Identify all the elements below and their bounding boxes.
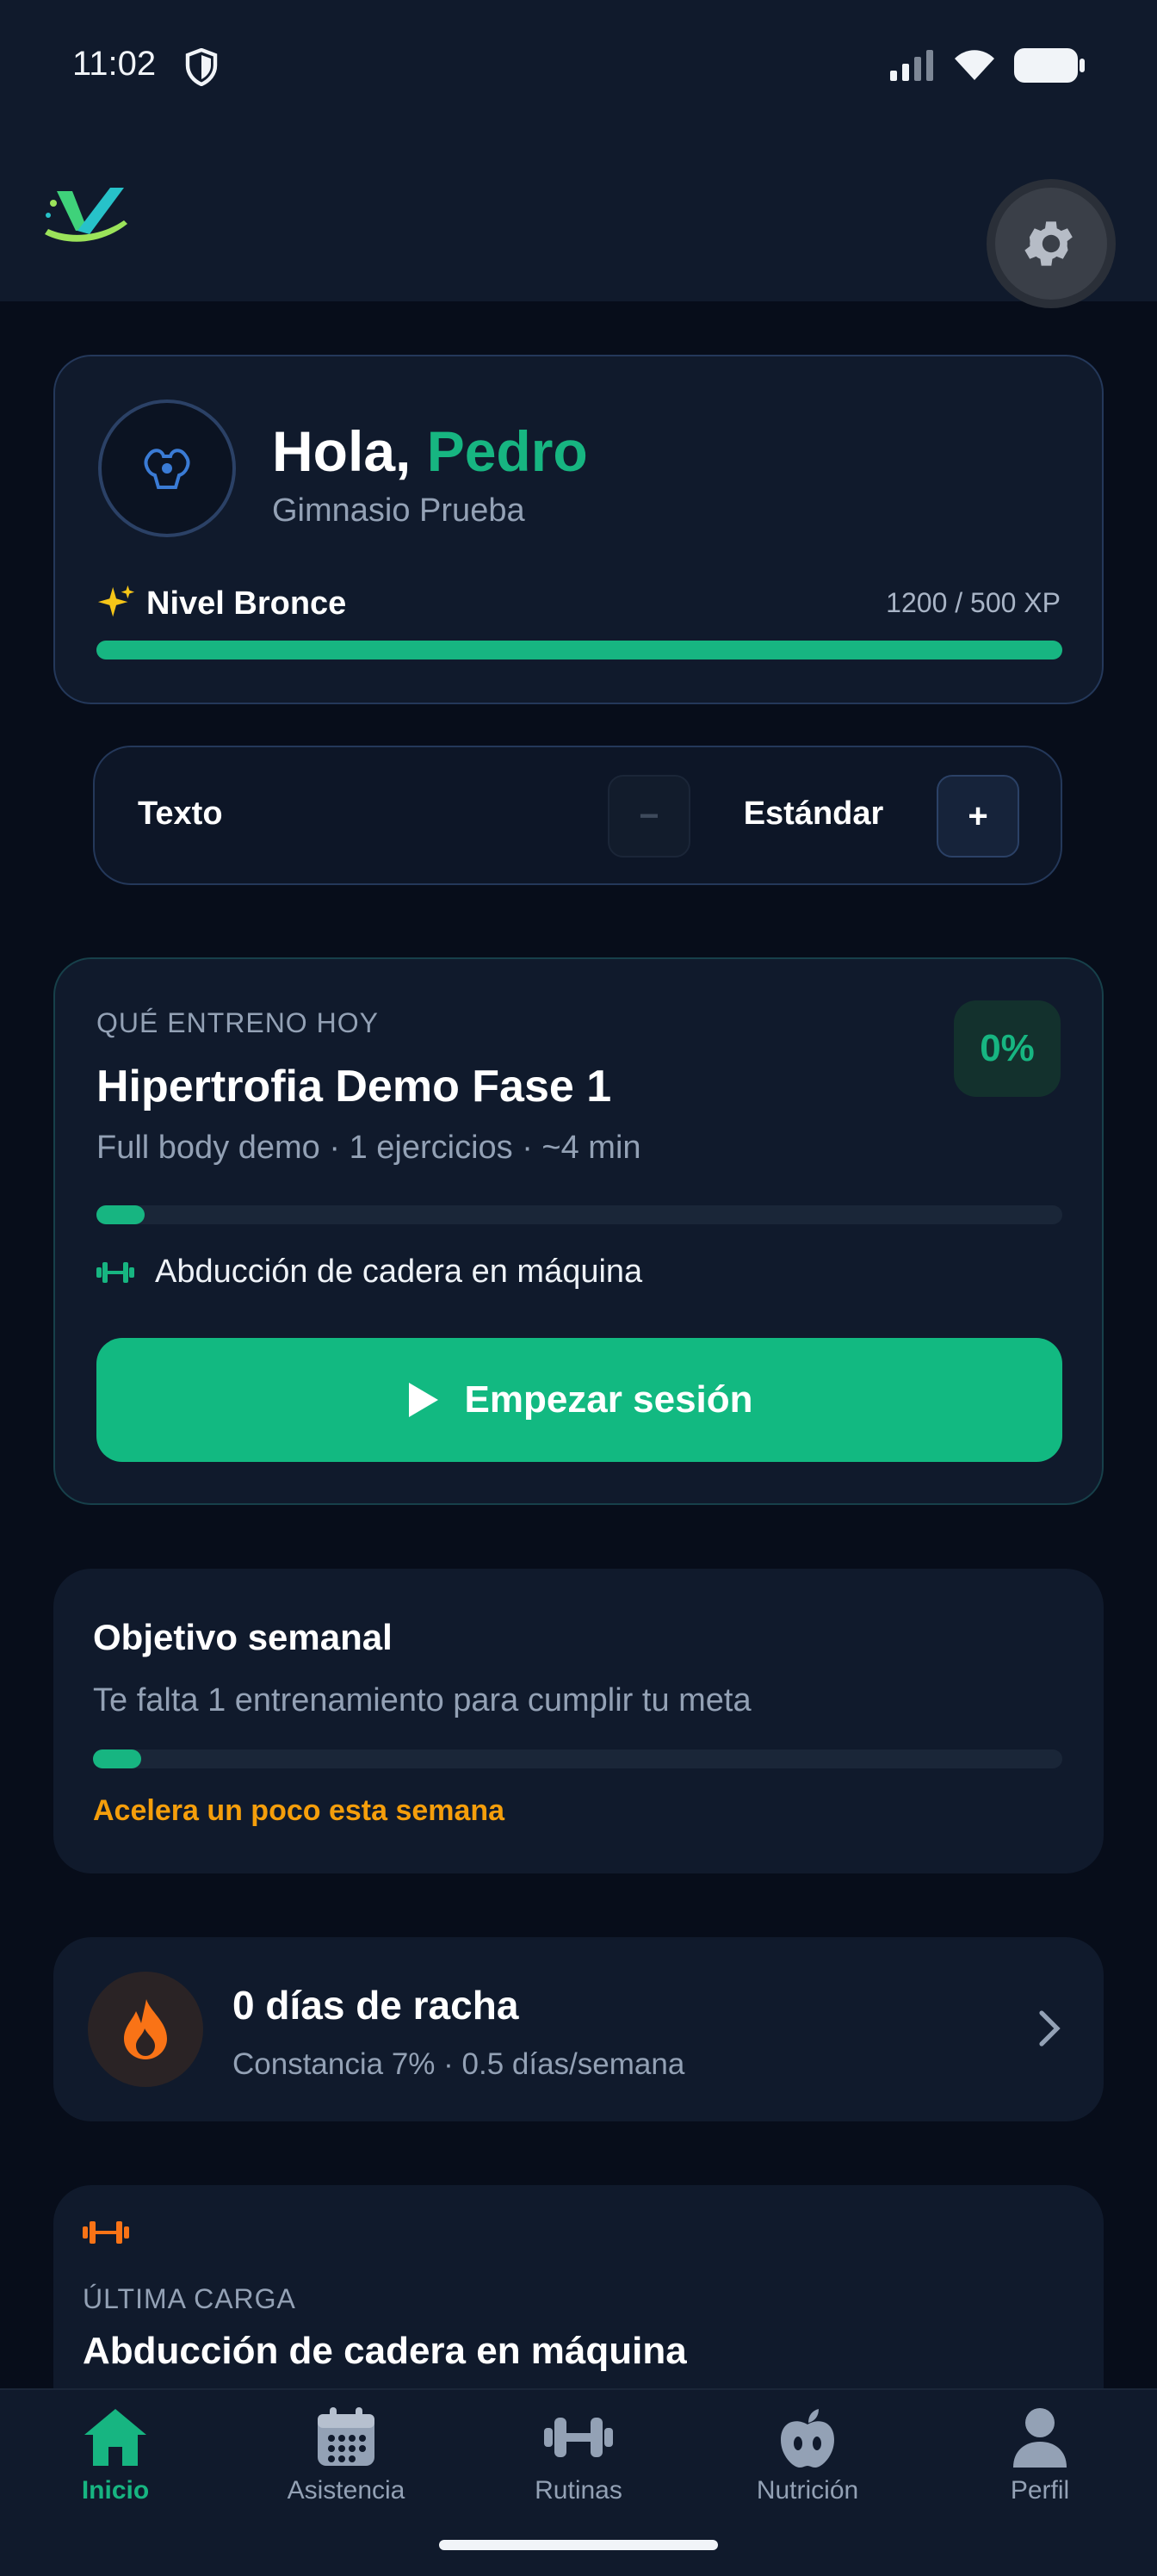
text-size-label: Texto bbox=[138, 796, 223, 832]
nav-label: Inicio bbox=[81, 2476, 150, 2505]
signal-icon bbox=[890, 50, 933, 81]
nav-label: Asistencia bbox=[287, 2476, 405, 2505]
streak-subtitle: Constancia 7% · 0.5 días/semana bbox=[232, 2047, 685, 2081]
top-app-bar bbox=[0, 0, 1157, 301]
apple-icon bbox=[781, 2409, 834, 2468]
nav-label: Nutrición bbox=[756, 2476, 859, 2505]
level-row: Nivel Bronce bbox=[96, 584, 346, 623]
streak-title: 0 días de racha bbox=[232, 1983, 519, 2028]
start-session-button[interactable]: Empezar sesión bbox=[96, 1338, 1062, 1462]
weekly-goal-title: Objetivo semanal bbox=[93, 1617, 393, 1657]
nav-item-perfil[interactable]: Perfil bbox=[954, 2407, 1126, 2505]
text-size-decrease-button[interactable]: − bbox=[608, 775, 690, 858]
weekly-goal-progress-fill bbox=[93, 1749, 142, 1768]
workout-progress-bar bbox=[96, 1205, 1062, 1224]
today-workout-card: QUÉ ENTRENO HOY Hipertrofia Demo Fase 1 … bbox=[53, 957, 1104, 1505]
start-session-label: Empezar sesión bbox=[464, 1378, 753, 1421]
dumbbell-icon bbox=[83, 2220, 129, 2250]
nav-item-asistencia[interactable]: Asistencia bbox=[260, 2407, 432, 2505]
nav-item-nutricion[interactable]: Nutrición bbox=[721, 2407, 894, 2505]
streak-icon-wrapper bbox=[88, 1972, 203, 2087]
weekly-goal-card: Objetivo semanal Te falta 1 entrenamient… bbox=[53, 1569, 1104, 1873]
home-indicator bbox=[439, 2540, 718, 2550]
flame-icon bbox=[124, 1999, 167, 2059]
status-icons bbox=[890, 48, 1085, 83]
avatar[interactable] bbox=[98, 399, 236, 537]
workout-exercise-row: Abducción de cadera en máquina bbox=[96, 1254, 642, 1291]
text-size-control: Texto − Estándar + bbox=[93, 746, 1062, 885]
settings-button[interactable] bbox=[987, 179, 1116, 308]
wifi-icon bbox=[955, 50, 994, 80]
muscle-icon bbox=[144, 449, 190, 489]
shield-icon bbox=[184, 47, 219, 90]
greeting-card: Hola, Pedro Gimnasio Prueba Nivel Bronce… bbox=[53, 355, 1104, 704]
nav-label: Perfil bbox=[1010, 2476, 1070, 2505]
weekly-goal-warning: Acelera un poco esta semana bbox=[93, 1794, 505, 1827]
gear-icon bbox=[1024, 221, 1073, 266]
text-size-value: Estándar bbox=[743, 796, 884, 832]
last-load-title: Abducción de cadera en máquina bbox=[83, 2330, 687, 2372]
xp-progress-bar bbox=[96, 641, 1062, 659]
workout-title: Hipertrofia Demo Fase 1 bbox=[96, 1062, 612, 1112]
dumbbell-icon bbox=[544, 2418, 613, 2457]
greeting-title: Hola, Pedro bbox=[272, 419, 588, 483]
nav-item-rutinas[interactable]: Rutinas bbox=[492, 2407, 665, 2505]
workout-subtitle: Full body demo · 1 ejercicios · ~4 min bbox=[96, 1130, 641, 1166]
level-label: Nivel Bronce bbox=[146, 585, 347, 622]
user-name: Pedro bbox=[426, 419, 588, 483]
sparkles-icon bbox=[97, 585, 135, 617]
nav-item-inicio[interactable]: Inicio bbox=[29, 2407, 201, 2505]
workout-exercise-name: Abducción de cadera en máquina bbox=[155, 1254, 643, 1290]
xp-progress-fill bbox=[96, 641, 1062, 659]
last-load-kicker: ÚLTIMA CARGA bbox=[83, 2283, 296, 2314]
workout-percent-badge: 0% bbox=[954, 1000, 1061, 1097]
streak-card[interactable]: 0 días de racha Constancia 7% · 0.5 días… bbox=[53, 1937, 1104, 2121]
battery-icon bbox=[1014, 48, 1085, 83]
workout-progress-fill bbox=[96, 1205, 145, 1224]
status-time: 11:02 bbox=[72, 45, 157, 83]
chevron-right-icon bbox=[1038, 2009, 1062, 2052]
weekly-goal-progress-bar bbox=[93, 1749, 1062, 1768]
gym-name: Gimnasio Prueba bbox=[272, 492, 525, 529]
calendar-icon bbox=[318, 2407, 374, 2466]
app-logo-icon bbox=[41, 186, 131, 252]
user-icon bbox=[1013, 2408, 1067, 2468]
weekly-goal-subtitle: Te falta 1 entrenamiento para cumplir tu… bbox=[93, 1682, 752, 1718]
home-icon bbox=[84, 2409, 146, 2466]
xp-text: 1200 / 500 XP bbox=[886, 587, 1061, 618]
dumbbell-icon bbox=[96, 1261, 134, 1283]
text-size-increase-button[interactable]: + bbox=[937, 775, 1019, 858]
nav-label: Rutinas bbox=[535, 2476, 622, 2505]
workout-kicker: QUÉ ENTRENO HOY bbox=[96, 1007, 379, 1038]
play-icon bbox=[409, 1383, 439, 1417]
